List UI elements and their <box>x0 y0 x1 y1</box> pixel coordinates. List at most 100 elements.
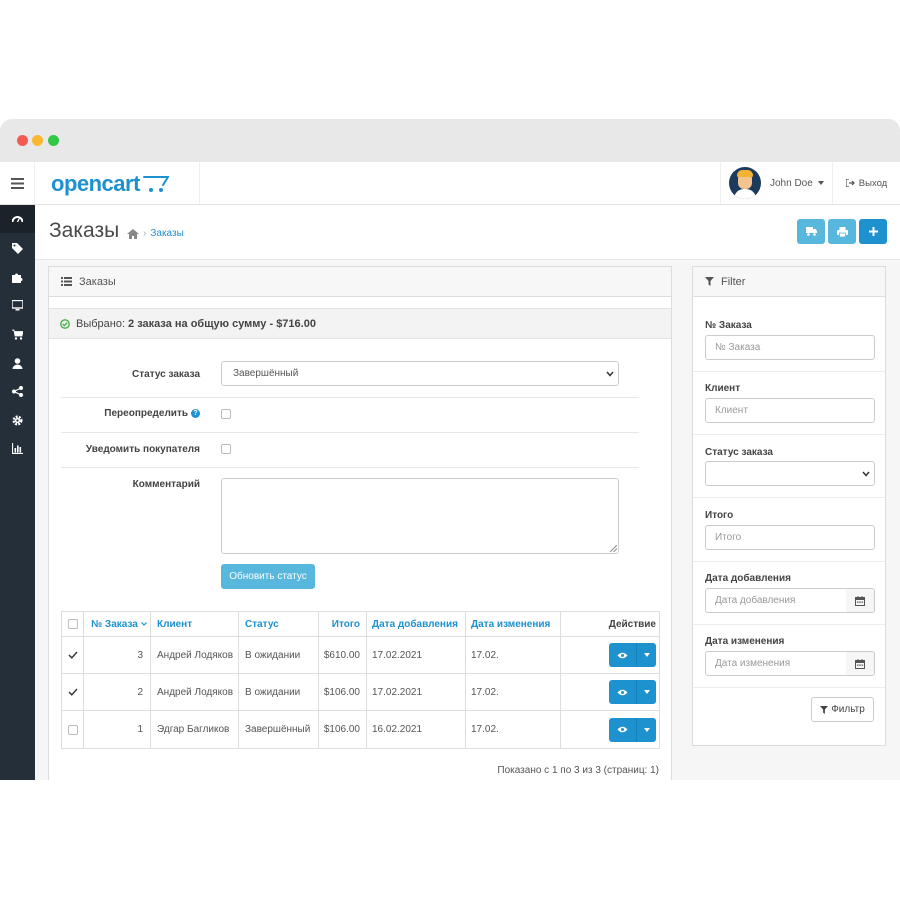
view-order-button[interactable] <box>609 643 637 667</box>
sidebar-item-dashboard[interactable] <box>0 205 35 233</box>
action-column-header: Действие <box>608 618 656 630</box>
page-header: Заказы › Заказы <box>35 205 900 260</box>
chevron-down-icon <box>862 471 870 477</box>
filter-customer-input[interactable]: Клиент <box>705 398 875 423</box>
home-icon[interactable] <box>127 228 139 239</box>
sort-date-modified-link[interactable]: Дата изменения <box>471 619 550 630</box>
sort-order-id-link[interactable]: № Заказа <box>91 619 138 630</box>
print-invoice-button[interactable] <box>828 219 856 244</box>
caret-down-icon <box>140 622 147 626</box>
menu-toggle-button[interactable] <box>0 162 35 204</box>
comment-textarea[interactable] <box>221 478 619 554</box>
view-order-button[interactable] <box>609 717 637 742</box>
user-icon <box>12 357 23 369</box>
sidebar-item-catalog[interactable] <box>0 234 35 262</box>
sidebar <box>0 205 35 780</box>
notify-checkbox[interactable] <box>221 444 231 454</box>
sort-status-link[interactable]: Статус <box>245 619 279 630</box>
sidebar-item-marketing[interactable] <box>0 377 35 405</box>
resize-handle-icon[interactable] <box>610 545 617 552</box>
table-row: 3 Андрей Лодяков В ожидании $610.00 17.0… <box>62 637 659 674</box>
filter-button[interactable]: Фильтр <box>811 697 874 722</box>
sidebar-item-customers[interactable] <box>0 349 35 377</box>
filter-date-added-input[interactable]: Дата добавления <box>705 588 847 613</box>
row-actions-dropdown-button[interactable] <box>637 717 656 742</box>
date-added-calendar-button[interactable] <box>846 588 875 613</box>
filter-customer-label: Клиент <box>705 383 741 394</box>
page-title: Заказы <box>49 219 120 242</box>
avatar <box>729 167 761 199</box>
override-checkbox[interactable] <box>221 409 231 419</box>
list-icon <box>61 277 72 286</box>
selected-summary-bar: Выбрано: 2 заказа на общую сумму - $716.… <box>49 308 671 339</box>
cart-logo-icon <box>142 176 169 192</box>
logout-link[interactable]: Выход <box>832 162 900 204</box>
close-window-button[interactable] <box>17 135 28 146</box>
sort-date-added-link[interactable]: Дата добавления <box>372 619 458 630</box>
window-titlebar <box>0 119 900 162</box>
sidebar-item-extensions[interactable] <box>0 263 35 291</box>
breadcrumb-orders-link[interactable]: Заказы <box>150 228 183 239</box>
filter-status-select[interactable] <box>705 461 875 486</box>
sidebar-item-system[interactable] <box>0 406 35 434</box>
top-header: opencart John Doe Выход <box>0 162 900 205</box>
help-icon[interactable]: ? <box>191 408 200 418</box>
orders-panel-heading: Заказы <box>49 267 671 297</box>
breadcrumb: › Заказы <box>127 228 184 239</box>
print-icon <box>836 226 848 237</box>
caret-down-icon <box>817 181 824 185</box>
filter-icon <box>820 705 829 714</box>
row-action-group <box>609 680 656 704</box>
table-header-row: № Заказа Клиент Статус Итого Дата добавл… <box>62 612 659 637</box>
filter-order-id-input[interactable]: № Заказа <box>705 335 875 360</box>
caret-down-icon <box>643 727 650 732</box>
share-icon <box>12 385 23 397</box>
row-action-group <box>609 717 656 742</box>
plus-icon <box>868 227 878 236</box>
view-order-button[interactable] <box>609 680 637 704</box>
orders-table: № Заказа Клиент Статус Итого Дата добавл… <box>61 611 660 749</box>
checkmark-icon <box>68 651 78 659</box>
add-order-button[interactable] <box>859 219 887 244</box>
filter-panel: Filter № Заказа № Заказа Клиент Клиент С… <box>692 266 886 746</box>
caret-down-icon <box>643 653 650 657</box>
status-label: Статус заказа <box>132 369 200 380</box>
row-checkbox[interactable] <box>62 711 84 748</box>
update-status-button[interactable]: Обновить статус <box>221 564 315 589</box>
row-actions-dropdown-button[interactable] <box>637 680 656 704</box>
opencart-logo[interactable]: opencart <box>51 171 169 197</box>
row-actions-dropdown-button[interactable] <box>637 643 656 667</box>
cart-icon <box>12 329 23 340</box>
sidebar-item-sales[interactable] <box>0 320 35 348</box>
filter-date-modified-input[interactable]: Дата изменения <box>705 651 847 676</box>
filter-total-input[interactable]: Итого <box>705 525 875 550</box>
logo-text: opencart <box>51 171 140 196</box>
tag-icon <box>12 242 23 254</box>
row-checkbox[interactable] <box>62 674 84 710</box>
minimize-window-button[interactable] <box>32 135 43 146</box>
truck-icon <box>805 227 817 236</box>
orders-panel: Заказы Выбрано: 2 заказа на общую сумму … <box>48 266 672 780</box>
comment-label: Комментарий <box>132 479 200 490</box>
calendar-icon <box>855 595 865 606</box>
hamburger-icon <box>10 177 24 189</box>
puzzle-icon <box>12 273 23 283</box>
shipping-button[interactable] <box>797 219 825 244</box>
eye-icon <box>617 689 628 695</box>
sort-customer-link[interactable]: Клиент <box>157 619 192 630</box>
sidebar-item-design[interactable] <box>0 291 35 319</box>
sidebar-item-reports[interactable] <box>0 434 35 462</box>
row-checkbox[interactable] <box>62 637 84 673</box>
user-menu[interactable]: John Doe <box>720 162 832 204</box>
maximize-window-button[interactable] <box>48 135 59 146</box>
filter-status-label: Статус заказа <box>705 447 773 458</box>
table-row: 2 Андрей Лодяков В ожидании $106.00 17.0… <box>62 674 659 711</box>
filter-panel-heading: Filter <box>693 267 885 297</box>
user-name: John Doe <box>770 177 813 189</box>
filter-icon <box>705 277 714 286</box>
sort-total-link[interactable]: Итого <box>332 619 360 630</box>
date-modified-calendar-button[interactable] <box>846 651 875 676</box>
order-status-select[interactable]: Завершённый <box>221 361 619 386</box>
filter-date-modified-label: Дата изменения <box>705 636 785 647</box>
select-all-checkbox[interactable] <box>67 619 78 629</box>
